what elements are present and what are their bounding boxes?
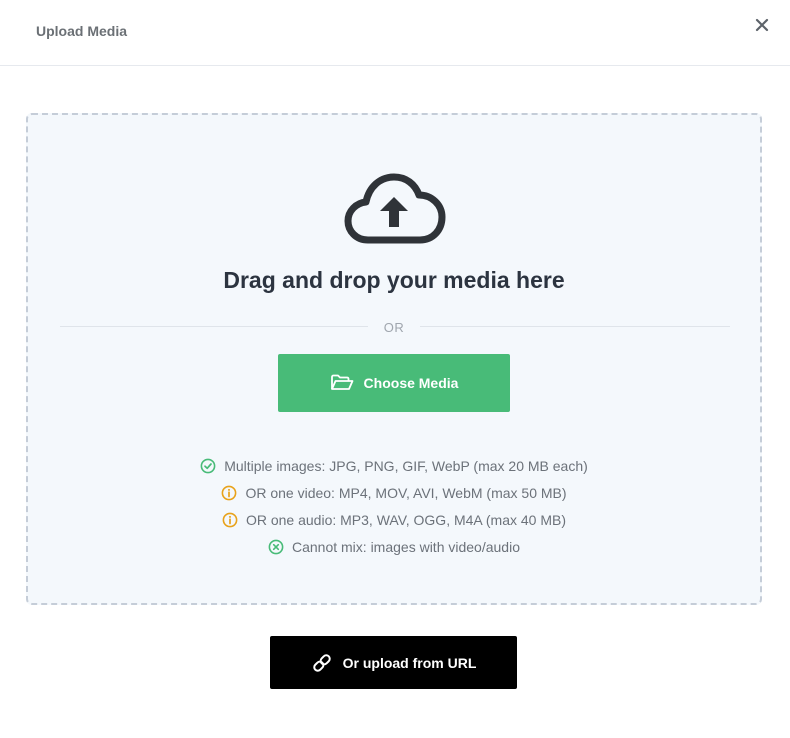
link-icon bbox=[312, 653, 331, 672]
upload-from-url-label: Or upload from URL bbox=[342, 654, 477, 671]
rule-no-mix: Cannot mix: images with video/audio bbox=[268, 533, 520, 560]
divider-or: OR bbox=[383, 320, 405, 335]
x-circle-icon bbox=[268, 539, 284, 554]
rule-images: Multiple images: JPG, PNG, GIF, WebP (ma… bbox=[200, 452, 588, 479]
choose-media-button[interactable]: Choose Media bbox=[278, 354, 510, 412]
drop-instructions: Drag and drop your media here bbox=[223, 267, 565, 293]
rule-video: OR one video: MP4, MOV, AVI, WebM (max 5… bbox=[221, 479, 567, 506]
rule-text: OR one video: MP4, MOV, AVI, WebM (max 5… bbox=[245, 484, 567, 501]
check-circle-icon bbox=[200, 458, 216, 473]
divider-line-right bbox=[420, 326, 730, 327]
upload-media-modal: Upload Media Drag and drop your media he… bbox=[0, 0, 790, 738]
file-rules-list: Multiple images: JPG, PNG, GIF, WebP (ma… bbox=[28, 452, 760, 560]
folder-open-icon bbox=[330, 374, 353, 390]
rule-text: Multiple images: JPG, PNG, GIF, WebP (ma… bbox=[224, 457, 588, 474]
info-circle-icon bbox=[222, 512, 238, 527]
cloud-upload-icon bbox=[344, 173, 446, 244]
info-circle-icon bbox=[222, 485, 237, 500]
upload-from-url-button[interactable]: Or upload from URL bbox=[270, 636, 517, 689]
close-icon bbox=[755, 18, 769, 32]
rule-audio: OR one audio: MP3, WAV, OGG, M4A (max 40… bbox=[222, 506, 566, 533]
rule-text: OR one audio: MP3, WAV, OGG, M4A (max 40… bbox=[245, 511, 567, 528]
modal-title: Upload Media bbox=[36, 23, 128, 39]
rule-text: Cannot mix: images with video/audio bbox=[291, 538, 520, 555]
close-button[interactable] bbox=[751, 14, 773, 36]
choose-media-label: Choose Media bbox=[363, 375, 459, 391]
modal-header: Upload Media bbox=[0, 0, 790, 66]
dropzone[interactable]: Drag and drop your media here OR Choose … bbox=[26, 113, 762, 605]
divider-line-left bbox=[60, 326, 368, 327]
